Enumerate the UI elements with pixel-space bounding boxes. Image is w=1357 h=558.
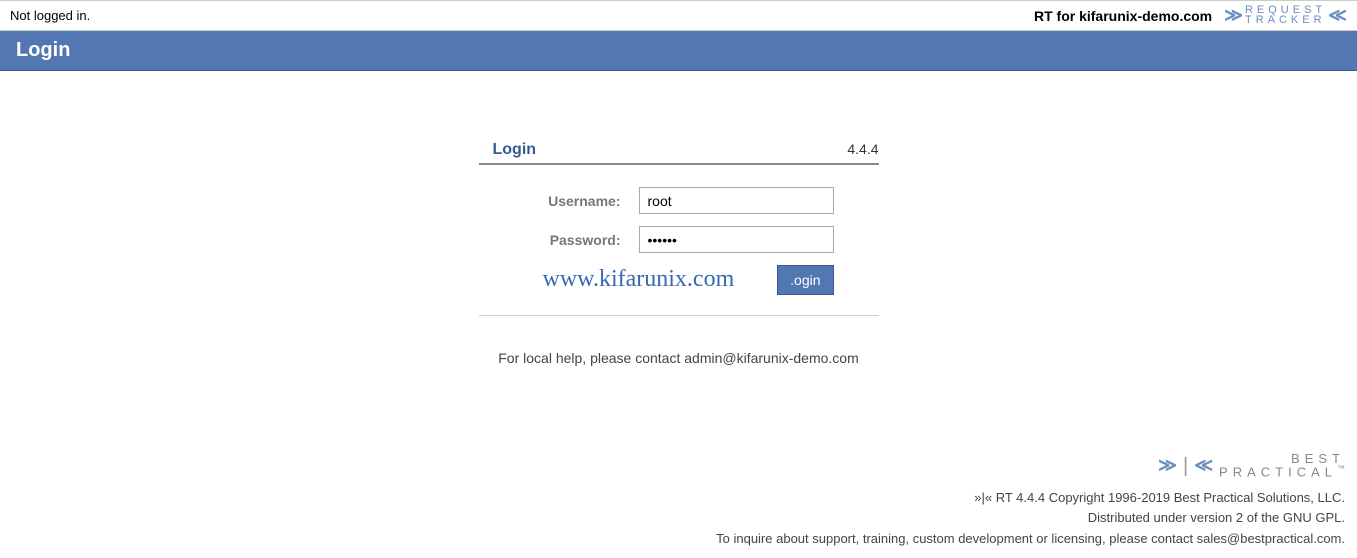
login-divider — [479, 315, 879, 336]
page-title-band: Login — [0, 31, 1357, 71]
help-text: For local help, please contact admin@kif… — [479, 350, 879, 366]
best-practical-logo[interactable]: ≫ | ≪ BEST PRACTICAL™ — [716, 450, 1345, 482]
contact-text: To inquire about support, training, cust… — [716, 529, 1345, 550]
bp-logo-text: BEST PRACTICAL™ — [1219, 453, 1345, 479]
login-box-title: Login — [479, 141, 537, 159]
username-label: Username: — [479, 193, 639, 209]
login-button[interactable]: .ogin — [777, 265, 833, 295]
login-header: Login 4.4.4 — [479, 141, 879, 165]
page-title: Login — [16, 39, 70, 61]
password-input[interactable] — [639, 226, 834, 253]
license-text: Distributed under version 2 of the GNU G… — [716, 508, 1345, 529]
request-tracker-logo[interactable]: ≫ REQUEST TRACKER ≪ — [1224, 5, 1347, 26]
watermark-text: www.kifarunix.com — [543, 266, 735, 293]
chevron-left-icon: ≪ — [1328, 5, 1347, 26]
footer: ≫ | ≪ BEST PRACTICAL™ »|« RT 4.4.4 Copyr… — [716, 450, 1345, 550]
submit-row: www.kifarunix.com .ogin — [479, 265, 879, 297]
divider-icon: | — [1183, 450, 1188, 482]
login-box: Login 4.4.4 Username: Password: www.kifa… — [479, 141, 879, 366]
chevron-right-icon: ≫ — [1224, 5, 1243, 26]
username-input[interactable] — [639, 187, 834, 214]
copyright-text: »|« RT 4.4.4 Copyright 1996-2019 Best Pr… — [716, 488, 1345, 509]
logo-text: REQUEST TRACKER — [1245, 6, 1326, 26]
password-row: Password: — [479, 226, 879, 253]
site-title: RT for kifarunix-demo.com — [1034, 8, 1212, 24]
password-label: Password: — [479, 232, 639, 248]
topbar-right: RT for kifarunix-demo.com ≫ REQUEST TRAC… — [1034, 5, 1347, 26]
status-text: Not logged in. — [10, 8, 90, 23]
username-row: Username: — [479, 187, 879, 214]
version-text: 4.4.4 — [847, 141, 878, 157]
chevron-left-icon: ≪ — [1194, 451, 1213, 480]
chevron-right-icon: ≫ — [1158, 451, 1177, 480]
topbar: Not logged in. RT for kifarunix-demo.com… — [0, 0, 1357, 31]
